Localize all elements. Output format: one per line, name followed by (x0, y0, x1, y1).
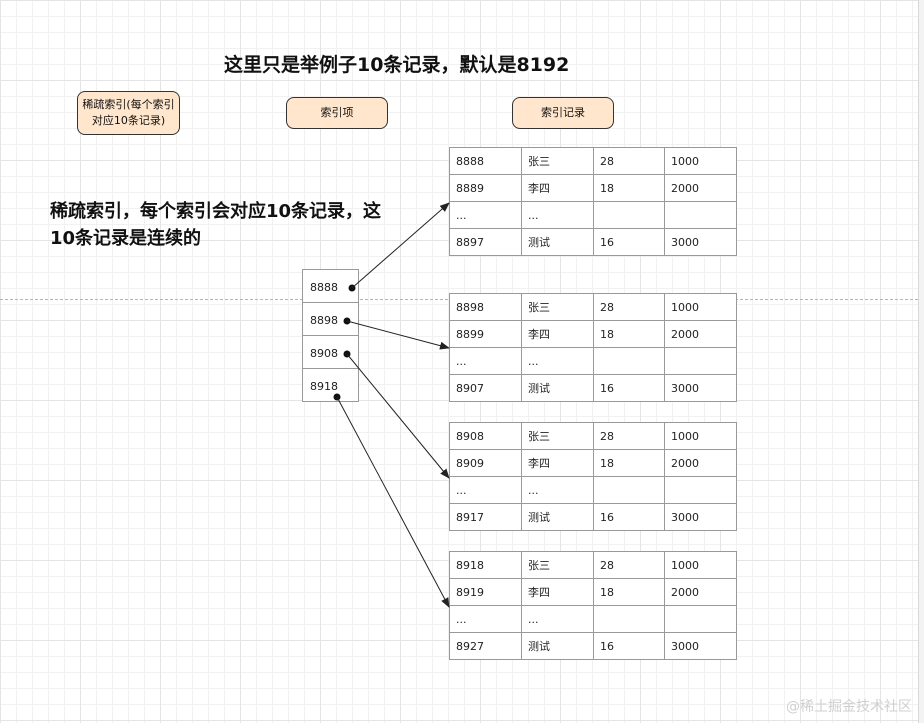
arrow-to-table-3 (343, 350, 450, 479)
watermark: @稀土掘金技术社区 (786, 699, 912, 715)
arrow-to-table-1 (348, 202, 450, 292)
index-pointer-arrows (333, 202, 450, 608)
arrow-to-table-4 (333, 393, 450, 608)
arrow-to-table-2 (343, 317, 450, 350)
